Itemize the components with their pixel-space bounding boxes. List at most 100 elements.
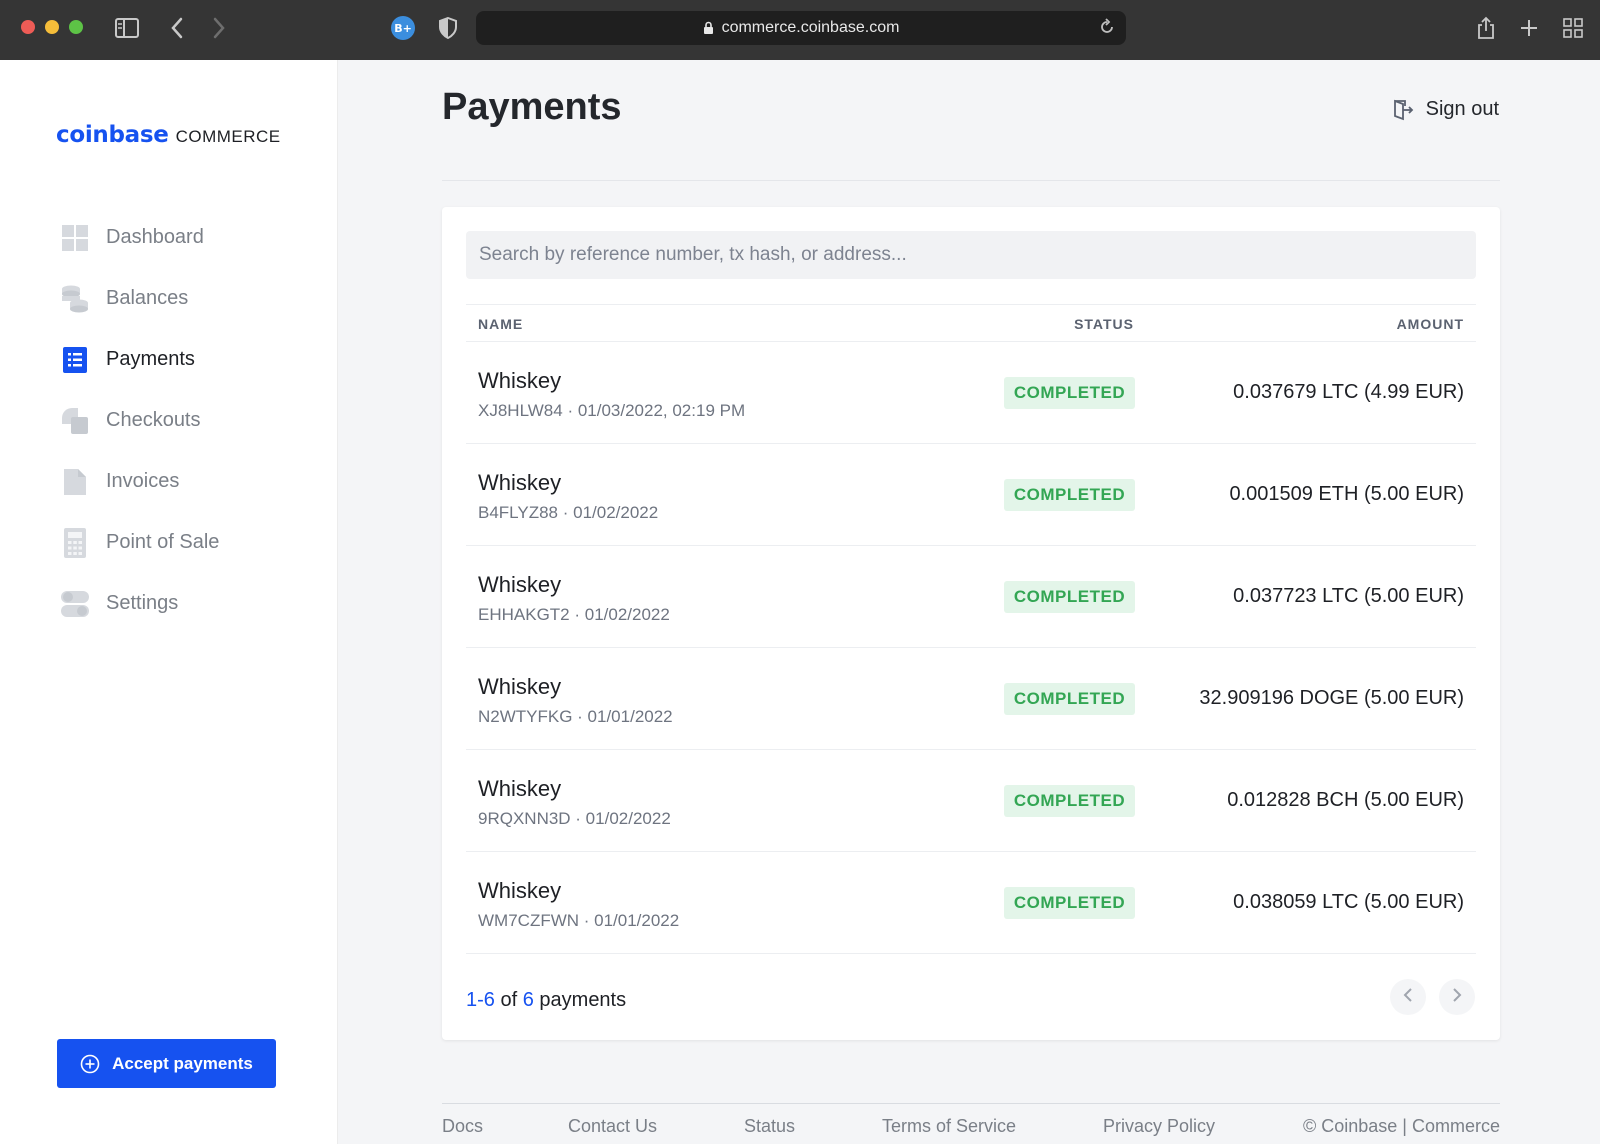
payment-amount: 32.909196 DOGE (5.00 EUR) xyxy=(1199,687,1464,709)
lock-icon xyxy=(703,21,714,35)
footer-copyright[interactable]: © Coinbase | Commerce xyxy=(1303,1116,1500,1137)
table-row[interactable]: Whiskey WM7CZFWN · 01/01/2022 COMPLETED … xyxy=(466,852,1476,954)
tab-overview-icon[interactable] xyxy=(1560,14,1586,42)
payment-reference: B4FLYZ88 · 01/02/2022 xyxy=(478,503,659,522)
previous-page-button[interactable] xyxy=(1390,979,1426,1015)
payment-reference: XJ8HLW84 · 01/03/2022, 02:19 PM xyxy=(478,401,746,420)
address-bar[interactable]: commerce.coinbase.com xyxy=(476,11,1126,45)
copy-icon xyxy=(60,406,90,436)
payment-amount: 0.038059 LTC (5.00 EUR) xyxy=(1233,891,1464,913)
sidebar-item-label: Balances xyxy=(106,287,189,309)
list-document-icon xyxy=(60,345,90,375)
shield-icon[interactable] xyxy=(435,14,461,42)
status-badge: COMPLETED xyxy=(1004,785,1135,817)
pagination-range: 1-6 xyxy=(466,989,495,1011)
sidebar-item-balances[interactable]: Balances xyxy=(60,268,219,329)
sidebar-item-label: Payments xyxy=(106,348,195,370)
browser-toolbar: B+ commerce.coinbase.com xyxy=(0,0,1600,60)
pagination-summary: 1-6 of 6 payments xyxy=(466,989,626,1012)
payment-reference: 9RQXNN3D · 01/02/2022 xyxy=(478,809,671,828)
sidebar-item-dashboard[interactable]: Dashboard xyxy=(60,207,219,268)
payment-name: Whiskey xyxy=(478,776,562,801)
footer-divider xyxy=(442,1103,1500,1104)
sidebar-item-checkouts[interactable]: Checkouts xyxy=(60,390,219,451)
extension-badge-label: B+ xyxy=(391,16,415,40)
back-icon[interactable] xyxy=(165,14,189,42)
file-icon xyxy=(60,467,90,497)
sidebar-item-settings[interactable]: Settings xyxy=(60,573,219,634)
payments-card: NAME STATUS AMOUNT Whiskey XJ8HLW84 · 01… xyxy=(442,207,1500,1040)
pagination-of: of xyxy=(500,989,518,1011)
brand-main: coinbase xyxy=(56,122,169,148)
table-row[interactable]: Whiskey B4FLYZ88 · 01/02/2022 COMPLETED … xyxy=(466,444,1476,546)
payment-amount: 0.012828 BCH (5.00 EUR) xyxy=(1227,789,1464,811)
grid-icon xyxy=(60,223,90,253)
extension-badge-icon[interactable]: B+ xyxy=(390,14,416,42)
sign-out-button[interactable]: Sign out xyxy=(1392,98,1499,121)
table-header: NAME STATUS AMOUNT xyxy=(466,304,1476,342)
coins-icon xyxy=(60,284,90,314)
forward-icon[interactable] xyxy=(207,14,231,42)
sign-out-icon xyxy=(1392,99,1414,121)
accept-payments-label: Accept payments xyxy=(112,1053,253,1073)
calculator-icon xyxy=(60,527,90,558)
url-text: commerce.coinbase.com xyxy=(721,19,900,36)
footer-link-contact[interactable]: Contact Us xyxy=(568,1116,657,1137)
status-badge: COMPLETED xyxy=(1004,479,1135,511)
reload-icon[interactable] xyxy=(1098,18,1116,41)
search-input[interactable] xyxy=(466,231,1476,279)
new-tab-icon[interactable] xyxy=(1516,14,1542,42)
minimize-window-button[interactable] xyxy=(45,20,59,34)
sidebar-item-point-of-sale[interactable]: Point of Sale xyxy=(60,512,219,573)
sidebar-item-label: Invoices xyxy=(106,470,180,492)
footer-link-docs[interactable]: Docs xyxy=(442,1116,483,1137)
sidebar-item-invoices[interactable]: Invoices xyxy=(60,451,219,512)
next-page-button[interactable] xyxy=(1439,979,1475,1015)
status-badge: COMPLETED xyxy=(1004,377,1135,409)
column-header-name[interactable]: NAME xyxy=(478,316,523,332)
payment-name: Whiskey xyxy=(478,878,562,903)
chevron-right-icon xyxy=(1452,987,1462,1007)
sidebar-item-label: Checkouts xyxy=(106,409,201,431)
sidebar-nav: Dashboard Balances Payments Checkouts In… xyxy=(60,207,219,634)
footer-link-terms[interactable]: Terms of Service xyxy=(882,1116,1016,1137)
toggle-icon xyxy=(60,589,90,619)
sidebar-toggle-icon[interactable] xyxy=(113,14,141,42)
footer-link-privacy[interactable]: Privacy Policy xyxy=(1103,1116,1215,1137)
column-header-status[interactable]: STATUS xyxy=(1074,316,1134,332)
payment-name: Whiskey xyxy=(478,572,562,597)
sidebar-item-label: Settings xyxy=(106,592,179,614)
sidebar: coinbase COMMERCE Dashboard Balances Pay… xyxy=(0,60,338,1144)
payment-reference: WM7CZFWN · 01/01/2022 xyxy=(478,911,680,930)
status-badge: COMPLETED xyxy=(1004,683,1135,715)
table-row[interactable]: Whiskey XJ8HLW84 · 01/03/2022, 02:19 PM … xyxy=(466,342,1476,444)
table-row[interactable]: Whiskey 9RQXNN3D · 01/02/2022 COMPLETED … xyxy=(466,750,1476,852)
sidebar-item-payments[interactable]: Payments xyxy=(60,329,219,390)
sidebar-item-label: Dashboard xyxy=(106,226,204,248)
table-row[interactable]: Whiskey N2WTYFKG · 01/01/2022 COMPLETED … xyxy=(466,648,1476,750)
status-badge: COMPLETED xyxy=(1004,581,1135,613)
close-window-button[interactable] xyxy=(21,20,35,34)
plus-circle-icon xyxy=(80,1054,100,1074)
maximize-window-button[interactable] xyxy=(69,20,83,34)
status-badge: COMPLETED xyxy=(1004,887,1135,919)
brand-logo[interactable]: coinbase COMMERCE xyxy=(56,122,281,148)
payment-amount: 0.037679 LTC (4.99 EUR) xyxy=(1233,381,1464,403)
accept-payments-button[interactable]: Accept payments xyxy=(57,1039,276,1088)
payment-amount: 0.037723 LTC (5.00 EUR) xyxy=(1233,585,1464,607)
header-divider xyxy=(442,180,1500,181)
pagination-total: 6 xyxy=(522,989,534,1011)
share-icon[interactable] xyxy=(1472,14,1500,42)
payments-table-body: Whiskey XJ8HLW84 · 01/03/2022, 02:19 PM … xyxy=(466,342,1476,954)
footer-link-status[interactable]: Status xyxy=(744,1116,795,1137)
payment-amount: 0.001509 ETH (5.00 EUR) xyxy=(1229,483,1464,505)
payment-name: Whiskey xyxy=(478,674,562,699)
column-header-amount[interactable]: AMOUNT xyxy=(1397,316,1464,332)
brand-sub: COMMERCE xyxy=(175,127,281,146)
payment-name: Whiskey xyxy=(478,368,562,393)
table-row[interactable]: Whiskey EHHAKGT2 · 01/02/2022 COMPLETED … xyxy=(466,546,1476,648)
pagination-suffix: payments xyxy=(539,989,627,1011)
sidebar-item-label: Point of Sale xyxy=(106,531,220,553)
chevron-left-icon xyxy=(1403,987,1413,1007)
payment-reference: EHHAKGT2 · 01/02/2022 xyxy=(478,605,670,624)
